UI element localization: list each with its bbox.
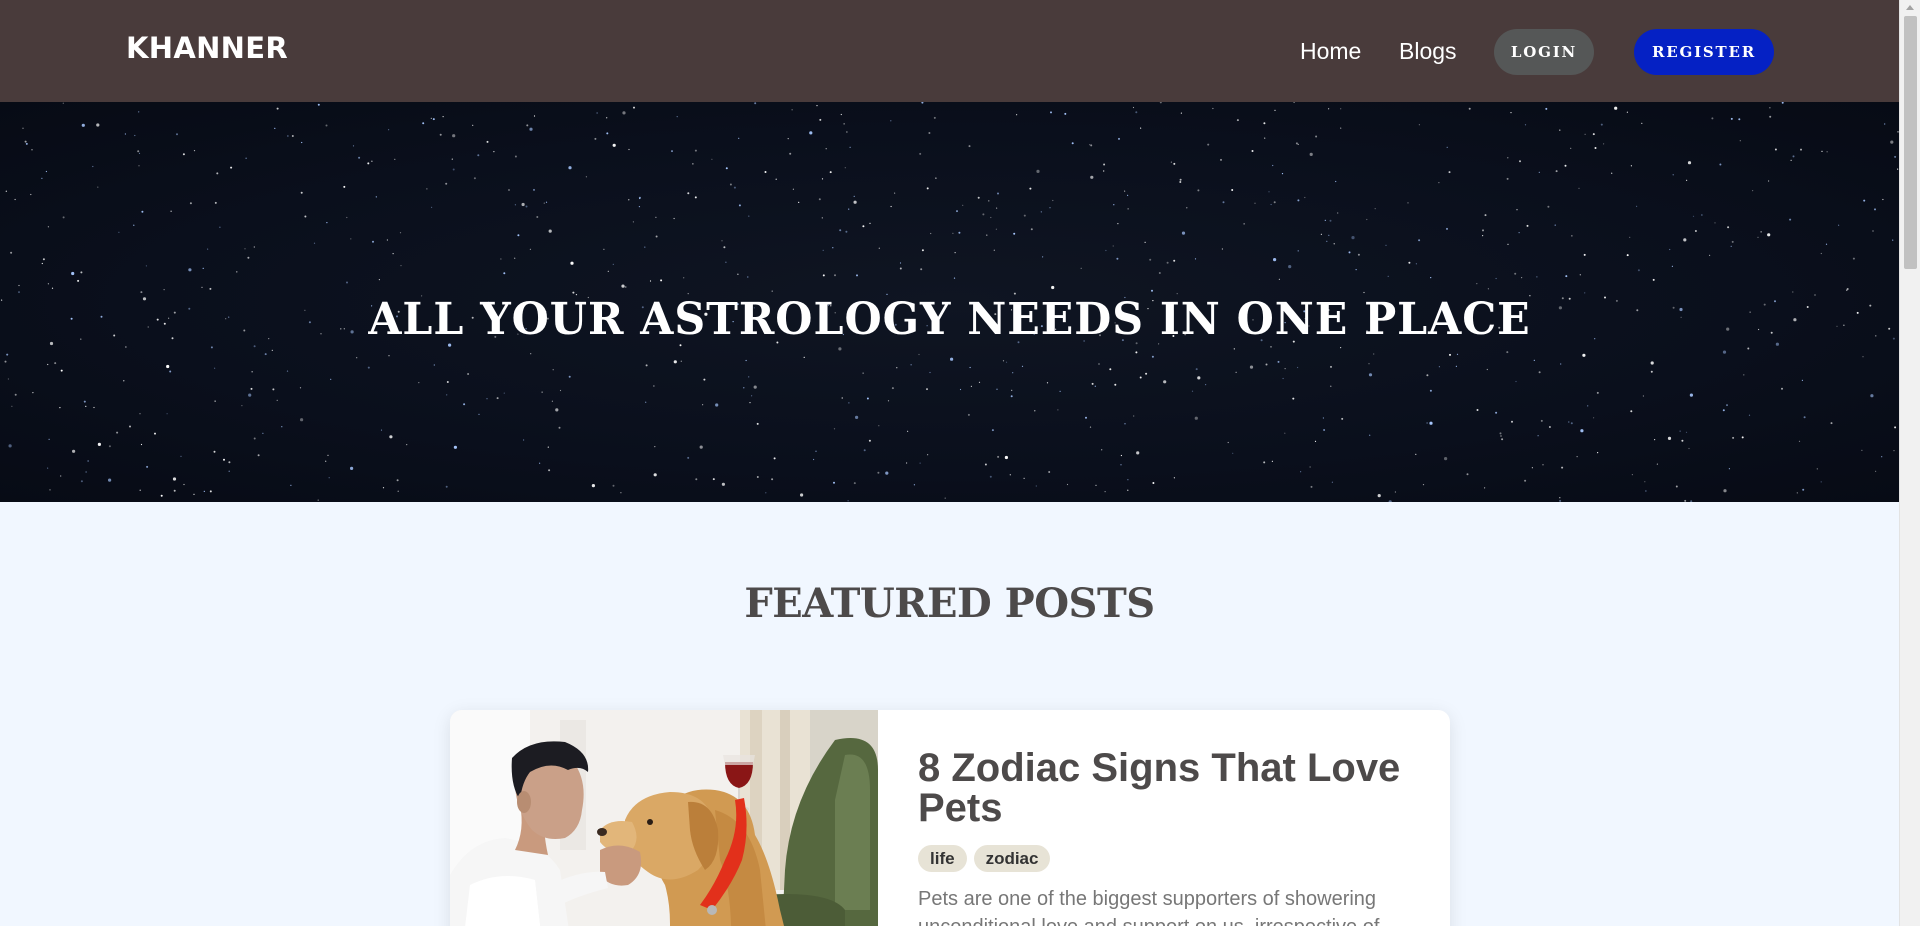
post-card[interactable]: 8 Zodiac Signs That Love Pets life zodia… bbox=[450, 710, 1450, 926]
post-title[interactable]: 8 Zodiac Signs That Love Pets bbox=[918, 748, 1418, 828]
featured-posts-heading: FEATURED POSTS bbox=[744, 580, 1155, 627]
tag-life[interactable]: life bbox=[918, 845, 967, 872]
login-button[interactable]: LOGIN bbox=[1494, 29, 1594, 75]
post-tags: life zodiac bbox=[918, 845, 1051, 872]
vertical-scrollbar[interactable] bbox=[1899, 0, 1920, 926]
hero-banner: ALL YOUR ASTROLOGY NEEDS IN ONE PLACE bbox=[0, 102, 1899, 502]
page: KHANNER Home Blogs LOGIN REGISTER ALL YO… bbox=[0, 0, 1920, 926]
tag-zodiac[interactable]: zodiac bbox=[973, 845, 1051, 872]
post-excerpt: Pets are one of the biggest supporters o… bbox=[918, 888, 1379, 926]
nav-link-home[interactable]: Home bbox=[1300, 38, 1361, 65]
post-image[interactable] bbox=[450, 710, 878, 926]
brand-logo[interactable]: KHANNER bbox=[126, 31, 288, 65]
nav-link-blogs[interactable]: Blogs bbox=[1399, 38, 1457, 65]
scroll-up-arrow-icon[interactable] bbox=[1906, 5, 1914, 10]
scrollbar-thumb[interactable] bbox=[1904, 16, 1917, 269]
hero-title: ALL YOUR ASTROLOGY NEEDS IN ONE PLACE bbox=[368, 294, 1531, 345]
navbar: KHANNER Home Blogs LOGIN REGISTER bbox=[0, 0, 1899, 102]
register-button[interactable]: REGISTER bbox=[1634, 29, 1774, 75]
man-with-dog-image bbox=[450, 710, 878, 926]
